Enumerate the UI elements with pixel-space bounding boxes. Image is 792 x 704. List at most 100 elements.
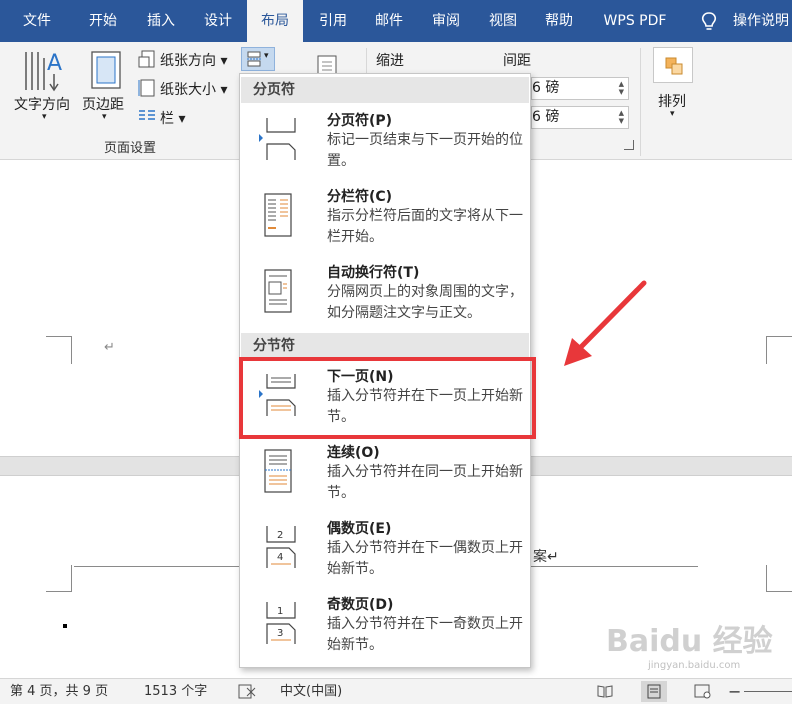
columns-label: 栏 — [160, 111, 174, 127]
document-text: 案↵ — [533, 549, 559, 565]
crop-mark — [766, 336, 792, 364]
item-description: 指示分栏符后面的文字将从下一栏开始。 — [327, 208, 523, 245]
crop-mark — [46, 565, 72, 592]
svg-text:2: 2 — [277, 530, 283, 541]
continuous-icon — [264, 449, 292, 493]
chevron-down-icon[interactable]: ▾ — [42, 112, 47, 122]
text-wrapping-break-icon — [264, 269, 292, 313]
print-layout-button[interactable] — [641, 681, 667, 702]
item-title: 自动换行符(T) — [327, 265, 420, 281]
item-title: 分栏符(C) — [327, 189, 393, 205]
item-description: 插入分节符并在同一页上开始新节。 — [327, 464, 523, 501]
annotation-arrow-icon — [564, 280, 647, 366]
chevron-down-icon: ▾ — [264, 51, 269, 61]
breaks-button[interactable]: ▾ — [241, 47, 275, 71]
tab-design[interactable]: 设计 — [191, 0, 245, 42]
orientation-button[interactable]: 纸张方向 ▾ — [160, 50, 227, 70]
item-description: 分隔网页上的对象周围的文字，如分隔题注文字与正文。 — [327, 284, 523, 321]
svg-text:3: 3 — [277, 628, 283, 639]
tab-home[interactable]: 开始 — [76, 0, 130, 42]
tab-references[interactable]: 引用 — [306, 0, 360, 42]
ribbon-tab-bar: 文件 开始 插入 设计 布局 引用 邮件 审阅 视图 帮助 WPS PDF 操作… — [0, 0, 792, 42]
chevron-down-icon[interactable]: ▾ — [670, 109, 675, 119]
orientation-label: 纸张方向 — [160, 53, 216, 69]
tell-me-label[interactable]: 操作说明 — [733, 0, 789, 42]
menu-item-odd-page[interactable]: 1 3 奇数页(D) 插入分节符并在下一奇数页上开始新节。 — [241, 590, 529, 666]
crop-mark — [766, 565, 792, 592]
spin-arrows-icon[interactable]: ▲ ▼ — [619, 80, 624, 96]
margins-icon — [91, 51, 121, 89]
proofing-icon[interactable] — [238, 684, 256, 699]
item-title: 分页符(P) — [327, 113, 393, 129]
menu-item-text-wrapping-break[interactable]: 自动换行符(T) 分隔网页上的对象周围的文字，如分隔题注文字与正文。 — [241, 258, 529, 334]
margins-button[interactable]: 页边距 — [82, 94, 124, 114]
page-size-label: 纸张大小 — [160, 82, 216, 98]
columns-button[interactable]: 栏 ▾ — [160, 108, 185, 128]
indent-label: 缩进 — [376, 53, 404, 69]
word-count-status[interactable]: 1513 个字 — [144, 679, 207, 704]
text-direction-button[interactable]: 文字方向 — [14, 94, 70, 114]
tab-view[interactable]: 视图 — [476, 0, 530, 42]
web-layout-icon[interactable] — [694, 684, 712, 699]
item-title: 奇数页(D) — [327, 597, 394, 613]
status-bar: 第 4 页，共 9 页 1513 个字 中文(中国) − — [0, 678, 792, 704]
spacing-before-value: 6 磅 — [532, 80, 560, 96]
item-description: 插入分节符并在下一奇数页上开始新节。 — [327, 616, 523, 653]
column-break-icon — [264, 193, 292, 237]
menu-item-column-break[interactable]: 分栏符(C) 指示分栏符后面的文字将从下一栏开始。 — [241, 182, 529, 258]
annotation-highlight-box — [239, 357, 536, 439]
zoom-out-icon[interactable]: − — [728, 679, 741, 704]
arrange-icon[interactable] — [653, 47, 693, 83]
spin-arrows-icon[interactable]: ▲ ▼ — [619, 109, 624, 125]
lightbulb-icon[interactable] — [699, 11, 719, 33]
arrange-glyph-icon — [665, 57, 683, 75]
spacing-label: 间距 — [503, 53, 531, 69]
page-break-icon — [259, 118, 296, 160]
chevron-down-icon[interactable]: ▾ — [102, 112, 107, 122]
tab-insert[interactable]: 插入 — [134, 0, 188, 42]
watermark-logo: Baidu 经验 — [606, 624, 773, 659]
group-separator — [640, 48, 641, 156]
breaks-icon — [247, 51, 261, 67]
item-description: 插入分节符并在下一偶数页上开始新节。 — [327, 540, 523, 577]
watermark-url: jingyan.baidu.com — [648, 660, 741, 671]
arrange-button[interactable]: 排列 — [658, 91, 686, 111]
tab-file[interactable]: 文件 — [10, 0, 64, 42]
tab-help[interactable]: 帮助 — [532, 0, 586, 42]
print-layout-icon — [647, 684, 661, 699]
page-breaks-header: 分页符 — [241, 77, 529, 103]
item-description: 标记一页结束与下一页开始的位置。 — [327, 132, 523, 169]
menu-item-even-page[interactable]: 2 4 偶数页(E) 插入分节符并在下一偶数页上开始新节。 — [241, 514, 529, 590]
language-status[interactable]: 中文(中国) — [280, 679, 342, 704]
orientation-icon — [138, 50, 155, 68]
crop-mark — [46, 336, 72, 364]
spacing-after-field[interactable]: 6 磅 ▲ ▼ — [531, 106, 629, 129]
tab-layout[interactable]: 布局 — [247, 0, 303, 42]
odd-page-icon: 1 3 — [266, 602, 296, 644]
item-title: 偶数页(E) — [327, 521, 392, 537]
page-size-icon — [138, 79, 155, 97]
svg-text:4: 4 — [277, 552, 283, 563]
page-setup-group-label: 页面设置 — [104, 141, 157, 156]
tab-review[interactable]: 审阅 — [419, 0, 473, 42]
svg-text:1: 1 — [277, 606, 283, 617]
page-count-status[interactable]: 第 4 页，共 9 页 — [10, 679, 108, 704]
tab-wps-pdf[interactable]: WPS PDF — [592, 0, 678, 42]
zoom-slider[interactable] — [744, 691, 792, 692]
menu-item-page-break[interactable]: 分页符(P) 标记一页结束与下一页开始的位置。 — [241, 106, 529, 182]
columns-icon — [139, 110, 155, 120]
item-title: 连续(O) — [327, 445, 380, 461]
paragraph-mark: ↵ — [104, 340, 115, 355]
menu-item-continuous[interactable]: 连续(O) 插入分节符并在同一页上开始新节。 — [241, 438, 529, 514]
spacing-after-value: 6 磅 — [532, 109, 560, 125]
page-size-button[interactable]: 纸张大小 ▾ — [160, 79, 227, 99]
text-cursor — [63, 624, 67, 628]
section-breaks-header: 分节符 — [241, 333, 529, 359]
dialog-launcher-icon[interactable] — [624, 140, 634, 150]
spacing-before-field[interactable]: 6 磅 ▲ ▼ — [531, 77, 629, 100]
text-direction-icon: A — [25, 51, 62, 92]
read-mode-icon[interactable] — [596, 684, 614, 699]
tab-mailings[interactable]: 邮件 — [362, 0, 416, 42]
svg-text:A: A — [47, 51, 62, 76]
even-page-icon: 2 4 — [266, 526, 296, 568]
